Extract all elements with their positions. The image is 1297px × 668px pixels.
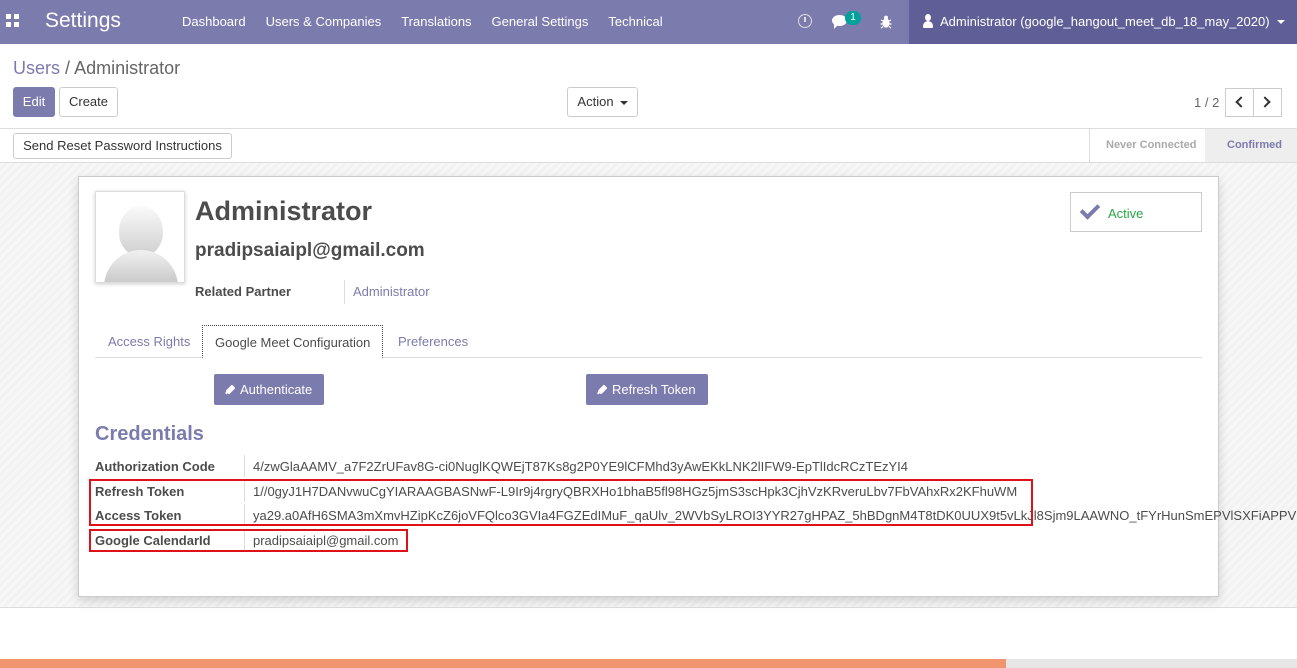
apps-grid-icon[interactable] (6, 14, 20, 28)
app-title[interactable]: Settings (45, 9, 121, 33)
caret-down-icon (619, 100, 628, 105)
chevron-down-icon (1277, 20, 1285, 24)
user-menu-label: Administrator (google_hangout_meet_db_18… (940, 14, 1270, 29)
plug-icon (225, 383, 237, 395)
loading-progress-fill (0, 659, 1007, 668)
user-icon (923, 14, 933, 28)
authorization-code-label: Authorization Code (95, 459, 215, 474)
user-login-email: pradipsaiaipl@gmail.com (195, 240, 425, 261)
breadcrumb: Users / Administrator (13, 58, 180, 79)
check-icon (1079, 199, 1101, 220)
chevron-left-icon (1235, 96, 1247, 108)
avatar-body (104, 250, 178, 282)
action-label: Action (577, 94, 614, 109)
chat-badge: 1 (845, 11, 861, 25)
related-partner-link[interactable]: Administrator (353, 284, 430, 299)
field-separator (244, 455, 245, 477)
breadcrumb-separator: / (65, 58, 71, 78)
menu-item-general-settings[interactable]: General Settings (482, 0, 599, 44)
user-name-title: Administrator (195, 196, 373, 226)
refresh-token-button[interactable]: Refresh Token (586, 374, 708, 405)
refresh-token-label: Refresh Token (612, 382, 696, 397)
avatar[interactable] (95, 191, 185, 283)
authorization-code-value: 4/zwGlaAAMV_a7F2ZrUFav8G-ci0NuglKQWEjT87… (253, 459, 909, 474)
avatar-head (119, 206, 163, 256)
form-statusbar: Send Reset Password Instructions Never C… (0, 128, 1297, 163)
breadcrumb-users[interactable]: Users (13, 58, 60, 78)
highlight-box-tokens (89, 479, 1033, 526)
tab-access-rights[interactable]: Access Rights (96, 325, 202, 358)
menu-item-technical[interactable]: Technical (598, 0, 672, 44)
credentials-heading: Credentials (95, 423, 204, 445)
pager-next-button[interactable] (1253, 88, 1282, 117)
authenticate-button[interactable]: Authenticate (214, 374, 325, 405)
stage-never-connected[interactable]: Never Connected (1089, 129, 1214, 162)
tab-preferences[interactable]: Preferences (386, 325, 480, 358)
menu-item-dashboard[interactable]: Dashboard (172, 0, 256, 44)
send-reset-password-button[interactable]: Send Reset Password Instructions (13, 133, 232, 159)
action-dropdown[interactable]: Action (567, 87, 638, 117)
chevron-right-icon (1259, 96, 1271, 108)
user-menu[interactable]: Administrator (google_hangout_meet_db_18… (909, 0, 1297, 44)
clock-icon[interactable] (798, 14, 812, 28)
stage-confirmed[interactable]: Confirmed (1205, 129, 1297, 162)
field-separator (344, 280, 345, 304)
highlight-box-calendar-id (89, 529, 408, 552)
main-menu: Dashboard Users & Companies Translations… (172, 0, 673, 44)
bug-icon[interactable] (880, 15, 892, 29)
edit-button[interactable]: Edit (13, 87, 55, 117)
create-button[interactable]: Create (59, 87, 118, 117)
menu-item-users-companies[interactable]: Users & Companies (256, 0, 392, 44)
active-toggle-button[interactable]: Active (1070, 192, 1202, 232)
breadcrumb-current: Administrator (74, 58, 181, 78)
plug-icon (597, 383, 609, 395)
loading-progress-bar (0, 659, 1297, 668)
pager-previous-button[interactable] (1225, 88, 1254, 117)
authenticate-label: Authenticate (240, 382, 313, 397)
menu-item-translations[interactable]: Translations (391, 0, 481, 44)
pager-value[interactable]: 1 / 2 (1194, 95, 1219, 110)
tab-google-meet-configuration[interactable]: Google Meet Configuration (202, 325, 384, 358)
top-navbar: Settings Dashboard Users & Companies Tra… (0, 0, 1297, 44)
related-partner-label: Related Partner (195, 284, 292, 299)
active-label: Active (1108, 206, 1144, 221)
